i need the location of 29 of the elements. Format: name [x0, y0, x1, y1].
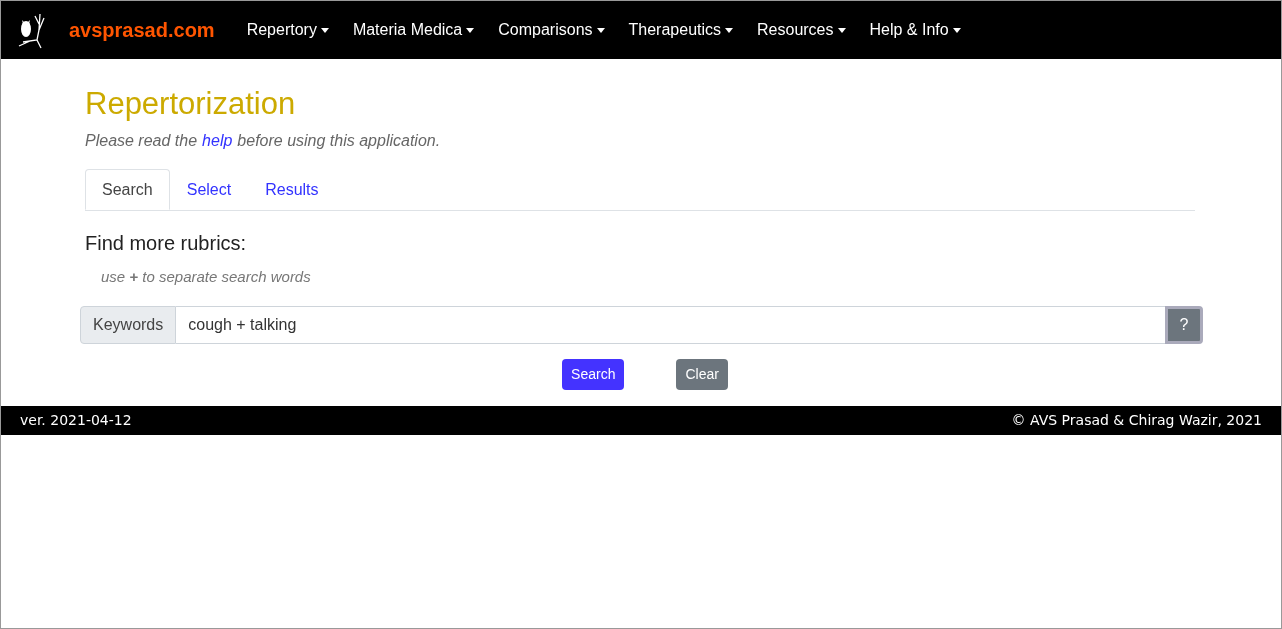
nav-menu[interactable]: Materia Medica [352, 18, 475, 42]
search-hint: use + to separate search words [101, 267, 312, 287]
help-link[interactable]: help [202, 129, 233, 153]
nav-menu[interactable]: Therapeutics [628, 18, 734, 42]
caret-icon [320, 27, 329, 33]
nav-menu[interactable]: Help & Info [869, 18, 961, 42]
intro-text: before using this application. [237, 131, 441, 151]
tab[interactable]: Results [248, 169, 336, 210]
clear-button[interactable]: Clear [676, 358, 728, 390]
caret-icon [952, 27, 961, 33]
intro-text: Please read the [85, 131, 198, 151]
nav-menu[interactable]: Resources [757, 18, 846, 42]
caret-icon [596, 27, 605, 33]
copyright-text: © AVS Prasad & Chirag Wazir, 2021 [1011, 410, 1262, 430]
section-heading: Find more rubrics: [85, 231, 248, 256]
version-text: ver. 2021-04-12 [20, 410, 132, 430]
caret-icon [466, 27, 475, 33]
keywords-label: Keywords [80, 305, 177, 344]
tab[interactable]: Search [85, 169, 170, 210]
caret-icon [725, 27, 734, 33]
nav-menu[interactable]: Comparisons [498, 18, 605, 42]
help-button[interactable]: ? [1165, 305, 1203, 344]
caret-icon [837, 27, 846, 33]
site-brand-link[interactable]: avsprasad.com [69, 15, 215, 45]
nav-menu[interactable]: Repertory [246, 18, 329, 42]
search-button[interactable]: Search [562, 358, 625, 390]
tab[interactable]: Select [169, 169, 249, 210]
page-title: Repertorization [85, 85, 297, 123]
keywords-input[interactable]: cough + talking [176, 305, 1165, 344]
